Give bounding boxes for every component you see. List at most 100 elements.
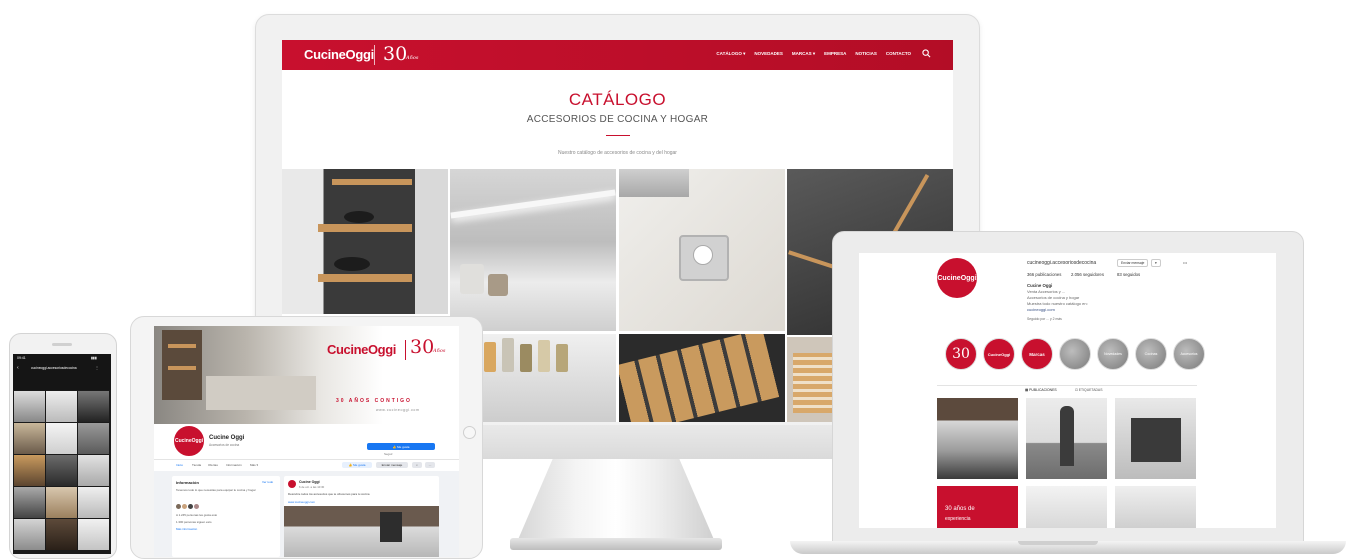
mobile-post[interactable] (14, 455, 45, 486)
mobile-post[interactable] (46, 455, 77, 486)
facebook-like-small-button[interactable]: 👍 Me gusta (342, 462, 372, 468)
instagram-post-6[interactable] (1115, 486, 1196, 528)
instagram-following-count[interactable]: 83 seguidos (1117, 272, 1140, 277)
highlight-cocinas[interactable]: Cocinas (1135, 338, 1167, 370)
catalog-tile-cutlery-tray[interactable] (619, 334, 785, 422)
logo-divider (374, 45, 375, 65)
instagram-post-promo[interactable]: 30 años de experiencia (937, 486, 1018, 528)
highlight-novedades-label: Novedades (1104, 352, 1122, 356)
facebook-avatar[interactable]: CucineOggi (172, 424, 206, 458)
catalog-tile-led-lighting[interactable] (450, 169, 616, 331)
mobile-post[interactable] (78, 391, 109, 422)
title-divider (606, 135, 630, 136)
facebook-post-link[interactable]: www.cucineoggi.com (288, 500, 315, 504)
instagram-followers-count[interactable]: 2.056 seguidores (1071, 272, 1104, 277)
facebook-post-time[interactable]: 6 de oct. a las 10:30 (299, 485, 324, 489)
nav-empresa[interactable]: EMPRESA (824, 51, 846, 57)
instagram-profile-page: CucineOggi cucineoggi.accesoriosdecocina… (859, 253, 1276, 528)
facebook-post-text: Descubre todos los accesorios que te ofr… (288, 492, 370, 496)
cover-30-logo: 30 (410, 336, 435, 358)
mobile-menu-icon[interactable]: ⋮ (95, 365, 99, 370)
instagram-tabs-divider (937, 385, 1197, 386)
instagram-username: cucineoggi.accesoriosdecocina (1027, 260, 1097, 266)
instagram-post-1[interactable] (937, 398, 1018, 479)
facebook-post-avatar[interactable] (288, 480, 296, 488)
facebook-tab-tienda[interactable]: Tienda (192, 463, 201, 467)
mobile-post[interactable] (14, 487, 45, 518)
mobile-post[interactable] (14, 519, 45, 550)
cover-slogan: 30 AÑOS CONTIGO (336, 398, 412, 404)
facebook-tab-informacion[interactable]: Información (226, 463, 242, 467)
mobile-post[interactable] (78, 487, 109, 518)
back-arrow-icon[interactable]: ‹ (17, 365, 19, 371)
anniversary-years-word: Años (406, 55, 419, 61)
instagram-followed-by[interactable]: Seguido por ... y 2 más (1027, 317, 1062, 321)
facebook-follow-label[interactable]: Seguir (384, 452, 393, 456)
nav-contacto[interactable]: CONTACTO (886, 51, 911, 57)
mobile-post[interactable] (78, 519, 109, 550)
instagram-more-icon[interactable]: ••• (1183, 260, 1187, 265)
facebook-post-author[interactable]: Cucine Oggi (299, 480, 320, 484)
facebook-info-followers: 1.300 personas siguen esto (176, 520, 212, 524)
facebook-search-button[interactable]: ⌕ (412, 462, 422, 468)
highlight-cocinas-label: Cocinas (1144, 352, 1158, 356)
facebook-cover[interactable]: CucineOggi 30 Años 30 AÑOS CONTIGO www.c… (154, 326, 459, 424)
instagram-posts-count: 366 publicaciones (1027, 272, 1062, 277)
tab-posts[interactable]: ▦ PUBLICACIONES (1025, 388, 1057, 392)
facebook-page-name: Cucine Oggi (209, 435, 245, 441)
tab-tagged[interactable]: ⊡ ETIQUETADAS (1075, 388, 1102, 392)
mobile-post[interactable] (46, 391, 77, 422)
facebook-info-more[interactable]: Ver todo (262, 480, 273, 484)
mobile-post[interactable] (14, 423, 45, 454)
instagram-post-3[interactable] (1115, 398, 1196, 479)
nav-noticias[interactable]: NOTICIAS (855, 51, 877, 57)
instagram-message-button[interactable]: Enviar mensaje (1117, 259, 1149, 267)
highlight-marcas[interactable]: Marcas (1021, 338, 1053, 370)
highlight-accesorios[interactable]: Accesorios (1173, 338, 1205, 370)
instagram-avatar[interactable]: CucineOggi (937, 258, 977, 298)
facebook-tab-more[interactable]: Más ▾ (250, 463, 258, 467)
instagram-follow-dropdown[interactable]: ▾ (1151, 259, 1161, 267)
brand-logo[interactable]: CucineOggi (304, 47, 374, 62)
mobile-post[interactable] (14, 391, 45, 422)
mobile-post[interactable] (46, 487, 77, 518)
instagram-post-2[interactable] (1026, 398, 1107, 479)
mobile-post[interactable] (46, 423, 77, 454)
instagram-mobile-feed: 09:41 ▮▮▮ ‹ cucineoggi.accesoriosdecocin… (13, 354, 111, 554)
page-description: Nuestro catálogo de accesorios de cocina… (558, 150, 677, 156)
highlight-30-years[interactable]: 30 (945, 338, 977, 370)
cover-years-word: Años (433, 348, 446, 354)
nav-catalogo[interactable]: CATÁLOGO ▾ (716, 51, 745, 57)
facebook-info-text: Tenemos todo lo que necesitas para equip… (176, 488, 256, 492)
mobile-post[interactable] (78, 423, 109, 454)
mobile-header: 09:41 ▮▮▮ ‹ cucineoggi.accesoriosdecocin… (13, 354, 111, 390)
facebook-message-button[interactable]: Enviar mensaje (376, 462, 408, 468)
instagram-bio-line-3: Muestra todo nuestro catálogo en: (1027, 301, 1088, 306)
facebook-more-button[interactable]: … (425, 462, 435, 468)
highlight-kitchen-1[interactable] (1059, 338, 1091, 370)
catalog-tile-countertop-socket[interactable] (619, 169, 785, 331)
mobile-post[interactable] (78, 455, 109, 486)
nav-novedades[interactable]: NOVEDADES (754, 51, 783, 57)
main-nav: CATÁLOGO ▾ NOVEDADES MARCAS ▾ EMPRESA NO… (716, 51, 911, 57)
catalog-tile-pull-out-drawers[interactable] (282, 169, 448, 314)
facebook-tab-ofertas[interactable]: Ofertas (208, 463, 218, 467)
mobile-post[interactable] (46, 519, 77, 550)
facebook-post-image[interactable] (284, 506, 439, 557)
site-header: CucineOggi 30 Años CATÁLOGO ▾ NOVEDADES … (282, 40, 953, 70)
highlight-cucineoggi[interactable]: CucineOggi (983, 338, 1015, 370)
nav-marcas[interactable]: MARCAS ▾ (792, 51, 815, 57)
promo-text-2: experiencia (945, 516, 971, 522)
facebook-tab-inicio[interactable]: Inicio (176, 463, 183, 467)
facebook-info-title: Información (176, 480, 199, 485)
facebook-like-button[interactable]: 👍 Me gusta (367, 443, 435, 450)
instagram-bio-link[interactable]: cucineoggi.com (1027, 307, 1055, 312)
monitor-stand (517, 459, 715, 542)
search-icon[interactable] (922, 49, 931, 58)
page-subtitle: ACCESORIOS DE COCINA Y HOGAR (526, 114, 709, 125)
facebook-info-link[interactable]: Más información (176, 527, 197, 531)
tablet-home-button (463, 426, 476, 439)
instagram-post-5[interactable] (1026, 486, 1107, 528)
highlight-novedades[interactable]: Novedades (1097, 338, 1129, 370)
battery-icon: ▮▮▮ (91, 356, 97, 360)
